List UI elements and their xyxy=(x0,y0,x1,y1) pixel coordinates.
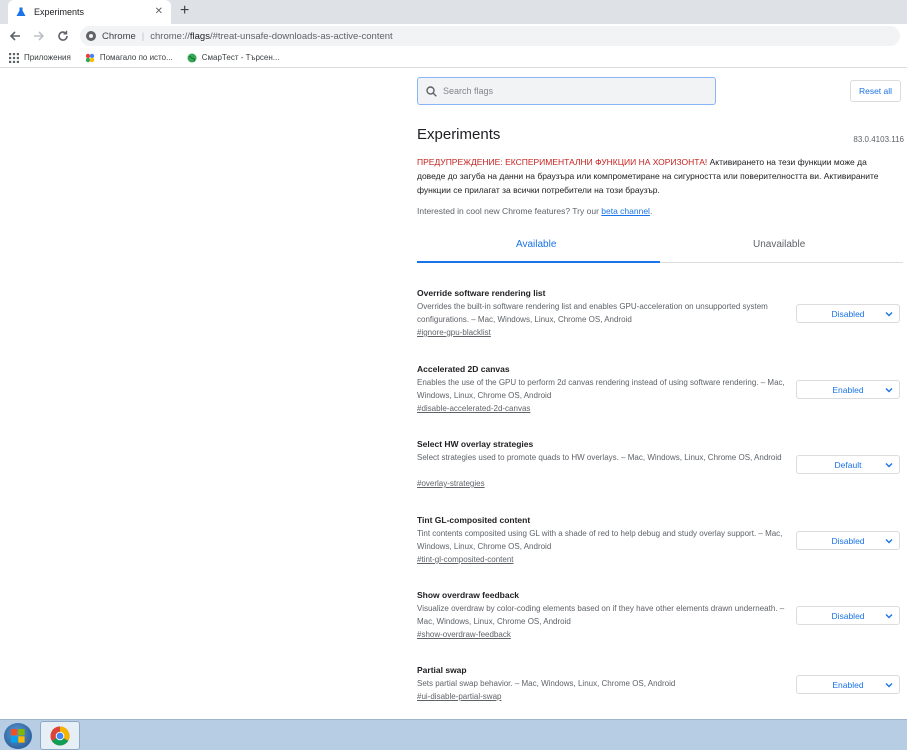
chrome-logo-icon xyxy=(50,726,70,745)
flag-state-select[interactable]: Disabled xyxy=(796,304,900,323)
os-taskbar xyxy=(0,719,907,750)
chevron-down-icon xyxy=(885,539,893,544)
flag-item: Partial swap Sets partial swap behavior.… xyxy=(417,665,903,713)
flag-title: Accelerated 2D canvas xyxy=(417,364,510,374)
flag-item: Accelerated 2D canvas Enables the use of… xyxy=(417,364,903,424)
flag-state-select[interactable]: Disabled xyxy=(796,531,900,550)
flag-description: Select strategies used to promote quads … xyxy=(417,453,782,462)
url-host: flags xyxy=(189,30,210,42)
flag-description: Enables the use of the GPU to perform 2d… xyxy=(417,378,785,400)
flag-state-value: Enabled xyxy=(832,679,864,690)
flag-state-value: Disabled xyxy=(831,610,865,621)
promo-text: Interested in cool new Chrome features? … xyxy=(417,206,602,216)
apps-grid-icon xyxy=(9,52,19,63)
flag-state-select[interactable]: Default xyxy=(796,455,900,474)
flag-state-select[interactable]: Enabled xyxy=(796,380,900,399)
url-path: /#treat-unsafe-downloads-as-active-conte… xyxy=(209,30,393,42)
browser-tab-title: Experiments xyxy=(34,7,85,17)
close-tab-icon[interactable]: ✕ xyxy=(155,6,163,17)
back-arrow-icon xyxy=(9,31,20,41)
chevron-down-icon xyxy=(885,683,893,688)
globe-icon xyxy=(187,53,197,63)
flag-state-value: Disabled xyxy=(831,308,865,319)
flag-anchor-link[interactable]: #ui-disable-partial-swap xyxy=(417,692,501,701)
flag-anchor-link[interactable]: #overlay-strategies xyxy=(417,479,485,488)
taskbar-chrome-button[interactable] xyxy=(40,721,80,750)
flag-state-select[interactable]: Enabled xyxy=(796,675,900,694)
promo-suffix: . xyxy=(649,206,653,216)
flag-title: Tint GL-composited content xyxy=(417,515,531,525)
flag-item: Show overdraw feedback Visualize overdra… xyxy=(417,590,903,650)
beta-promo: Interested in cool new Chrome features? … xyxy=(417,206,652,216)
flag-item: Override software rendering list Overrid… xyxy=(417,288,903,348)
bookmarks-bar: Приложения Помагало по исто... СмарТест … xyxy=(0,48,907,68)
address-bar[interactable]: Chrome | chrome://flags/#treat-unsafe-do… xyxy=(80,26,900,46)
page-title: Experiments xyxy=(417,126,501,143)
chevron-down-icon xyxy=(885,614,893,619)
bookmark-label: СмарТест - Търсен... xyxy=(201,53,280,62)
url-scheme: chrome:// xyxy=(150,30,190,42)
reload-icon xyxy=(58,30,68,41)
url-separator: | xyxy=(141,30,145,42)
flag-title: Show overdraw feedback xyxy=(417,590,520,600)
chrome-page-icon xyxy=(86,31,96,41)
warning-heading: ПРЕДУПРЕЖДЕНИЕ: ЕКСПЕРИМЕНТАЛНИ ФУНКЦИИ … xyxy=(417,157,708,167)
tab-strip: Experiments ✕ + xyxy=(0,0,907,24)
beta-channel-link[interactable]: beta channel xyxy=(601,206,650,216)
forward-arrow-icon xyxy=(34,31,45,41)
bookmark-apps[interactable]: Приложения xyxy=(9,52,71,63)
flag-title: Partial swap xyxy=(417,665,467,675)
bookmark-history-helper[interactable]: Помагало по исто... xyxy=(85,53,173,63)
reload-button[interactable] xyxy=(51,24,75,48)
flag-title: Select HW overlay strategies xyxy=(417,439,534,449)
active-tab-indicator xyxy=(417,261,660,263)
flag-description: Sets partial swap behavior. – Mac, Windo… xyxy=(417,679,676,688)
search-flags-box[interactable] xyxy=(417,77,716,105)
flag-state-value: Default xyxy=(834,459,862,470)
search-icon xyxy=(426,85,437,97)
flag-anchor-link[interactable]: #tint-gl-composited-content xyxy=(417,555,514,564)
back-button[interactable] xyxy=(3,24,27,48)
bookmark-label: Приложения xyxy=(24,53,71,62)
flag-item: Tint GL-composited content Tint contents… xyxy=(417,515,903,575)
flag-anchor-link[interactable]: #show-overdraw-feedback xyxy=(417,630,511,639)
new-tab-button[interactable]: + xyxy=(180,3,189,19)
bookmark-smartest[interactable]: СмарТест - Търсен... xyxy=(187,53,280,63)
flags-tabs: Available Unavailable xyxy=(417,229,903,263)
tab-unavailable[interactable]: Unavailable xyxy=(753,239,805,250)
chevron-down-icon xyxy=(885,312,893,317)
flag-state-value: Disabled xyxy=(831,535,865,546)
chevron-down-icon xyxy=(885,463,893,468)
search-flags-input[interactable] xyxy=(443,86,703,96)
url-text: chrome://flags/#treat-unsafe-downloads-a… xyxy=(150,31,392,42)
chevron-down-icon xyxy=(885,388,893,393)
forward-button[interactable] xyxy=(27,24,51,48)
warning-text: ПРЕДУПРЕЖДЕНИЕ: ЕКСПЕРИМЕНТАЛНИ ФУНКЦИИ … xyxy=(417,155,897,197)
flag-state-select[interactable]: Disabled xyxy=(796,606,900,625)
colorful-dots-icon xyxy=(85,53,95,63)
browser-tab[interactable]: Experiments ✕ xyxy=(8,0,171,24)
flag-description: Tint contents composited using GL with a… xyxy=(417,529,783,551)
flag-state-value: Enabled xyxy=(832,384,864,395)
flag-item: Select HW overlay strategies Select stra… xyxy=(417,439,903,499)
bookmark-label: Помагало по исто... xyxy=(99,53,173,62)
reset-all-button[interactable]: Reset all xyxy=(850,80,901,102)
version-label: 83.0.4103.116 xyxy=(853,135,904,144)
tab-available[interactable]: Available xyxy=(516,239,556,250)
windows-logo-icon xyxy=(11,729,25,743)
flask-icon xyxy=(16,7,26,17)
flag-title: Override software rendering list xyxy=(417,288,546,298)
start-button[interactable] xyxy=(4,723,32,749)
flag-description: Visualize overdraw by color-coding eleme… xyxy=(417,604,785,626)
flag-anchor-link[interactable]: #ignore-gpu-blacklist xyxy=(417,328,491,337)
flag-anchor-link[interactable]: #disable-accelerated-2d-canvas xyxy=(417,404,530,413)
url-chip: Chrome xyxy=(102,30,136,42)
flags-page: Reset all Experiments 83.0.4103.116 ПРЕД… xyxy=(0,69,907,719)
flag-description: Overrides the built-in software renderin… xyxy=(417,302,768,324)
browser-toolbar: Chrome | chrome://flags/#treat-unsafe-do… xyxy=(0,24,907,48)
